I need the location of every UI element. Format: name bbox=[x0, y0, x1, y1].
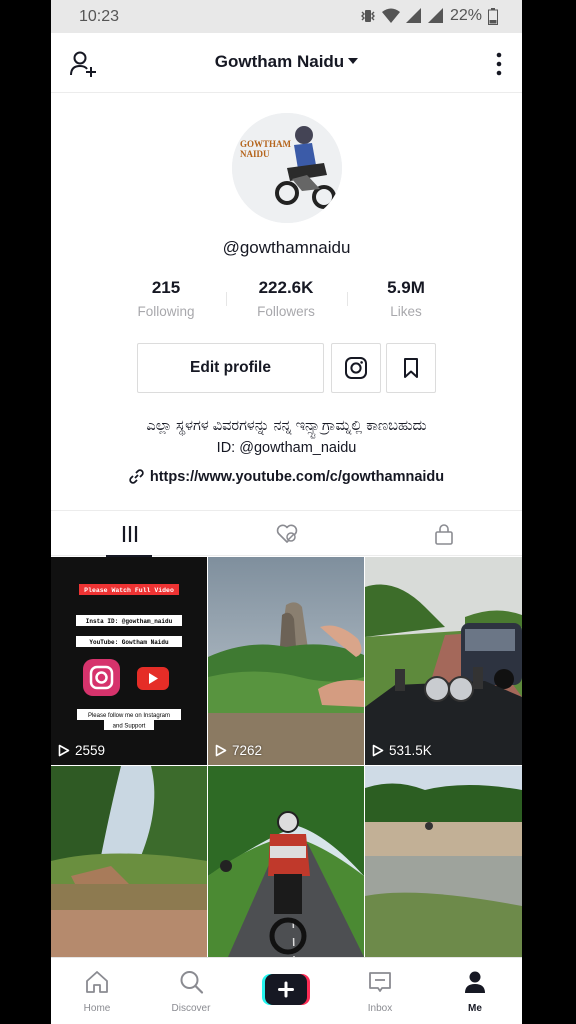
nav-me[interactable]: Me bbox=[435, 968, 515, 1014]
nav-discover-label: Discover bbox=[171, 1003, 211, 1014]
video-thumbnail-image: Please Watch Full Video Insta ID: @gowth… bbox=[51, 557, 207, 765]
bio-id: ID: @gowtham_naidu bbox=[216, 440, 357, 456]
inbox-icon bbox=[369, 972, 391, 992]
video-overlay-follow-1: Please follow me on Instagram bbox=[88, 713, 170, 719]
video-thumbnail-image bbox=[208, 557, 364, 765]
video-thumbnail[interactable]: 7262 bbox=[208, 557, 364, 765]
video-thumbnail[interactable]: Please Watch Full Video Insta ID: @gowth… bbox=[51, 557, 207, 765]
stat-followers[interactable]: 222.6K Followers bbox=[226, 278, 346, 319]
play-icon bbox=[215, 744, 227, 757]
video-thumbnail-image bbox=[365, 766, 522, 957]
instagram-button[interactable] bbox=[331, 343, 381, 393]
username: @gowthamnaidu bbox=[222, 238, 351, 257]
instagram-icon bbox=[345, 357, 367, 379]
bio-text: ಎಲ್ಲಾ ಸ್ಥಳಗಳ ವಿವರಗಳನ್ನು ನನ್ನ ಇನ್ಸ್ಟಾಗ್ರಾ… bbox=[146, 418, 427, 434]
play-icon bbox=[58, 744, 70, 757]
content-tabs bbox=[51, 510, 522, 557]
nav-inbox-label: Inbox bbox=[367, 1003, 393, 1014]
signal-icon-2 bbox=[427, 8, 443, 23]
tab-private[interactable] bbox=[365, 511, 522, 556]
video-thumbnail-image bbox=[208, 766, 364, 957]
video-thumbnail-image bbox=[51, 766, 207, 957]
stat-likes-value: 5.9M bbox=[387, 278, 425, 297]
stat-following-label: Following bbox=[137, 304, 195, 319]
view-count-text: 531.5K bbox=[389, 743, 432, 758]
avatar-logo-line2: NAIDU bbox=[240, 149, 270, 159]
status-icons: 22% bbox=[360, 7, 498, 25]
phone-screen: 10:23 22% Gowtham Naidu GOWTHAM NAIDU @g… bbox=[51, 0, 522, 1024]
home-icon bbox=[86, 971, 108, 993]
avatar[interactable]: GOWTHAM NAIDU bbox=[232, 113, 342, 223]
nav-discover[interactable]: Discover bbox=[151, 968, 231, 1014]
profile-icon bbox=[465, 971, 485, 993]
nav-home-label: Home bbox=[83, 1003, 111, 1014]
plus-icon bbox=[262, 974, 310, 1005]
view-count: 531.5K bbox=[372, 743, 432, 758]
video-overlay-follow-2: and Support bbox=[113, 724, 146, 730]
stat-likes[interactable]: 5.9M Likes bbox=[346, 278, 466, 319]
favorites-button[interactable] bbox=[386, 343, 436, 393]
create-video-button[interactable] bbox=[262, 974, 310, 1005]
video-thumbnail[interactable] bbox=[51, 766, 207, 957]
video-thumbnail[interactable] bbox=[208, 766, 364, 957]
profile-header: Gowtham Naidu bbox=[51, 33, 522, 93]
search-icon bbox=[180, 971, 204, 994]
view-count: 7262 bbox=[215, 743, 262, 758]
bookmark-icon bbox=[404, 358, 418, 378]
wifi-icon bbox=[381, 8, 400, 23]
view-count-text: 7262 bbox=[232, 743, 263, 758]
stat-following-value: 215 bbox=[151, 278, 181, 297]
avatar-logo-line1: GOWTHAM bbox=[240, 139, 292, 149]
stat-followers-label: Followers bbox=[257, 304, 315, 319]
battery-percent: 22% bbox=[449, 7, 482, 24]
caret-down-icon bbox=[348, 57, 359, 64]
edit-profile-button[interactable]: Edit profile bbox=[137, 343, 324, 393]
account-switcher[interactable]: Gowtham Naidu bbox=[51, 52, 522, 72]
avatar-image: GOWTHAM NAIDU bbox=[232, 113, 342, 223]
hidden-heart-icon bbox=[276, 524, 297, 543]
view-count-text: 2559 bbox=[75, 743, 106, 758]
view-count: 2559 bbox=[58, 743, 105, 758]
video-thumbnail-image bbox=[365, 557, 522, 765]
nav-me-label: Me bbox=[468, 1003, 482, 1014]
stat-likes-label: Likes bbox=[390, 304, 422, 319]
video-overlay-youtube: YouTube: Gowtham Naidu bbox=[89, 639, 169, 646]
video-overlay-banner: Please Watch Full Video bbox=[84, 587, 174, 594]
play-icon bbox=[372, 744, 384, 757]
lock-icon bbox=[434, 523, 453, 545]
nav-inbox[interactable]: Inbox bbox=[340, 968, 420, 1014]
videos-grid-icon bbox=[122, 525, 137, 542]
status-time: 10:23 bbox=[79, 8, 120, 25]
profile-link[interactable]: https://www.youtube.com/c/gowthamnaidu bbox=[51, 468, 522, 485]
nav-home[interactable]: Home bbox=[57, 968, 137, 1014]
vibrate-icon bbox=[360, 10, 375, 22]
status-bar: 10:23 22% bbox=[51, 0, 522, 33]
profile-link-text: https://www.youtube.com/c/gowthamnaidu bbox=[149, 469, 445, 485]
video-grid: Please Watch Full Video Insta ID: @gowth… bbox=[51, 557, 522, 957]
video-thumbnail[interactable]: 531.5K bbox=[365, 557, 522, 765]
tab-liked[interactable] bbox=[208, 511, 365, 556]
bottom-nav: Home Discover Inbox Me bbox=[51, 957, 522, 1024]
tab-videos[interactable] bbox=[51, 511, 208, 557]
video-overlay-insta: Insta ID: @gowtham_naidu bbox=[86, 618, 173, 625]
header-title: Gowtham Naidu bbox=[214, 52, 345, 71]
battery-icon bbox=[488, 7, 498, 25]
video-thumbnail[interactable] bbox=[365, 766, 522, 957]
link-icon bbox=[129, 468, 144, 484]
stat-followers-value: 222.6K bbox=[258, 278, 314, 297]
more-options-icon[interactable] bbox=[494, 51, 504, 77]
signal-icon bbox=[405, 8, 421, 23]
stat-following[interactable]: 215 Following bbox=[106, 278, 226, 319]
